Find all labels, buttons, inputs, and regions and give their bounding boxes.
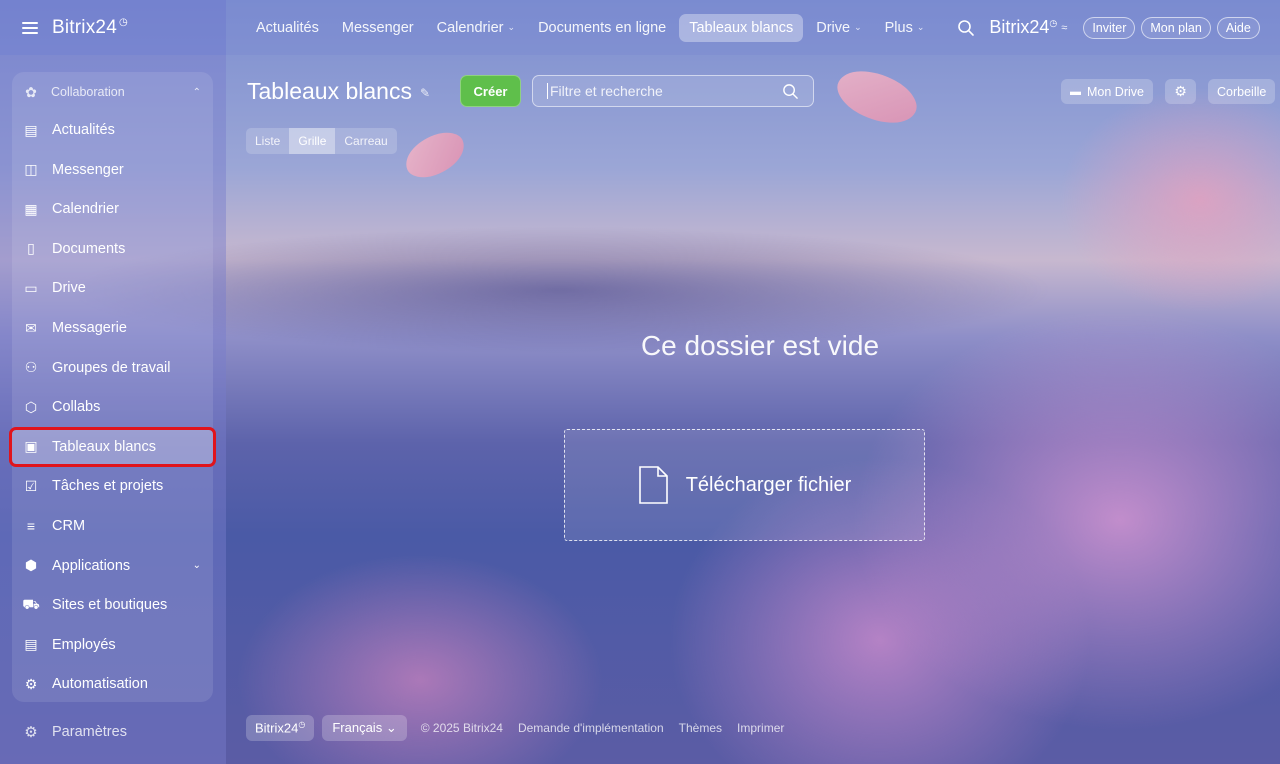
sidebar-item-label: Applications — [52, 557, 131, 574]
sidebar-item-label: Drive — [52, 280, 86, 297]
my-drive-button[interactable]: ▬ Mon Drive — [1061, 79, 1153, 104]
sidebar: ✿ Collaboration ⌃ ▤ Actualités ◫ Messenger ▦… — [0, 55, 226, 764]
chat-icon: ◫ — [24, 161, 38, 178]
search-icon[interactable] — [782, 83, 799, 100]
collaboration-icon: ✿ — [25, 83, 37, 100]
settings-gear-button[interactable]: ⚙ — [1165, 79, 1196, 104]
nav-tableaux-blancs[interactable]: Tableaux blancs — [679, 13, 804, 42]
drive-icon: ▬ — [1070, 85, 1081, 98]
cart-icon: ⛟ — [22, 595, 40, 612]
drive-icon: ▭ — [24, 279, 38, 296]
page-title: Tableaux blancs — [247, 78, 412, 104]
sidebar-item-parametres[interactable]: ⚙ Paramètres — [12, 715, 213, 749]
nav-plus[interactable]: Plus ⌄ — [875, 14, 935, 42]
top-bar: Bitrix24 ◷ Actualités Messenger Calendrie… — [0, 0, 1280, 55]
view-tile[interactable]: Carreau — [335, 128, 396, 154]
sidebar-item-tableaux-blancs[interactable]: ▣ Tableaux blancs — [9, 426, 216, 467]
sidebar-item-drive[interactable]: ▭ Drive — [12, 271, 213, 305]
chevron-down-icon[interactable]: ⌄ — [193, 560, 201, 571]
sidebar-item-calendrier[interactable]: ▦ Calendrier — [12, 192, 213, 226]
footer-link-implementation[interactable]: Demande d'implémentation — [518, 721, 664, 735]
trash-button[interactable]: Corbeille — [1208, 79, 1276, 104]
whiteboard-icon: ▣ — [24, 438, 38, 455]
brand-zone: Bitrix24 ◷ — [0, 0, 226, 55]
cube-icon: ⬢ — [24, 557, 38, 574]
id-card-icon: ▤ — [24, 636, 38, 653]
sidebar-item-crm[interactable]: ≡ CRM — [12, 509, 213, 543]
empty-folder-message: Ce dossier est vide — [640, 330, 880, 361]
pin-icon[interactable]: ✎ — [420, 86, 430, 100]
sidebar-item-taches-et-projets[interactable]: ☑ Tâches et projets — [12, 469, 213, 503]
footer-copyright: © 2025 Bitrix24 — [420, 721, 503, 735]
sidebar-item-label: Calendrier — [52, 201, 119, 218]
sidebar-item-documents[interactable]: ▯ Documents — [12, 232, 213, 266]
sidebar-item-label: Automatisation — [52, 676, 148, 693]
search-input[interactable] — [547, 83, 767, 99]
sidebar-item-label: CRM — [52, 518, 86, 534]
top-nav: Actualités Messenger Calendrier ⌄ Documen… — [226, 0, 1280, 55]
my-plan-button[interactable]: Mon plan — [1141, 16, 1211, 39]
sidebar-item-label: Messenger — [52, 161, 124, 178]
sidebar-item-automatisation[interactable]: ⚙ Automatisation — [12, 667, 213, 701]
nav-actualites[interactable]: Actualités — [246, 14, 329, 42]
chevron-down-icon: ⌄ — [385, 720, 397, 735]
sidebar-item-label: Collabs — [52, 399, 101, 416]
sidebar-item-sites-et-boutiques[interactable]: ⛟ Sites et boutiques — [12, 588, 213, 622]
invite-button[interactable]: Inviter — [1083, 16, 1136, 39]
nav-documents-en-ligne[interactable]: Documents en ligne — [528, 14, 676, 42]
search-icon[interactable] — [957, 19, 975, 37]
view-list[interactable]: Liste — [246, 128, 289, 154]
create-button[interactable]: Créer — [460, 75, 521, 107]
sidebar-item-label: Employés — [52, 636, 116, 653]
nav-messenger[interactable]: Messenger — [332, 14, 424, 42]
document-icon: ▯ — [27, 240, 35, 257]
petal-decoration — [830, 57, 924, 137]
funnel-icon: ≡ — [26, 518, 36, 534]
footer-link-print[interactable]: Imprimer — [737, 721, 784, 735]
sidebar-item-label: Tableaux blancs — [52, 438, 156, 455]
brand-logo[interactable]: Bitrix24 ◷ — [52, 17, 128, 39]
menu-icon[interactable] — [22, 21, 38, 34]
chevron-down-icon: ⌄ — [916, 22, 925, 32]
sidebar-item-applications[interactable]: ⬢ Applications ⌄ — [12, 549, 213, 583]
upload-file-zone[interactable]: Télécharger fichier — [564, 429, 925, 541]
sidebar-item-employes[interactable]: ▤ Employés — [12, 628, 213, 662]
footer: Bitrix24◷ Français ⌄ © 2025 Bitrix24 Dem… — [246, 715, 799, 741]
calendar-icon: ▦ — [24, 200, 38, 217]
sidebar-group-collaboration[interactable]: ✿ Collaboration ⌃ — [12, 77, 213, 107]
footer-link-themes[interactable]: Thèmes — [679, 721, 722, 735]
search-box[interactable] — [532, 75, 814, 107]
chevron-up-icon[interactable]: ⌃ — [193, 87, 201, 98]
news-icon: ▤ — [24, 121, 38, 138]
nav-calendrier[interactable]: Calendrier ⌄ — [427, 14, 525, 42]
brand-right: Bitrix24◷ — [989, 17, 1058, 37]
sidebar-item-messenger[interactable]: ◫ Messenger — [12, 153, 213, 187]
help-button[interactable]: Aide — [1216, 16, 1260, 39]
sidebar-item-label: Sites et boutiques — [52, 597, 168, 614]
sidebar-item-label: Actualités — [52, 122, 115, 138]
gear-icon: ⚙ — [24, 724, 38, 741]
footer-brand[interactable]: Bitrix24◷ — [246, 715, 315, 741]
sidebar-item-label: Paramètres — [52, 724, 127, 740]
nav-drive[interactable]: Drive ⌄ — [806, 14, 871, 42]
gear-icon: ⚙ — [1174, 83, 1187, 99]
upload-label: Télécharger fichier — [685, 473, 852, 496]
sidebar-item-label: Tâches et projets — [52, 478, 164, 495]
hexagon-icon: ⬡ — [24, 398, 38, 415]
chevron-down-icon: ⌄ — [507, 22, 516, 32]
view-grid[interactable]: Grille — [289, 128, 336, 154]
petal-decoration — [399, 126, 471, 184]
checkbox-icon: ☑ — [24, 477, 38, 494]
robot-icon: ⚙ — [24, 675, 38, 692]
sidebar-item-label: Documents — [52, 240, 126, 257]
chevron-down-icon: ⌄ — [854, 22, 862, 32]
file-icon — [638, 466, 668, 504]
sidebar-group-label: Collaboration — [51, 85, 125, 99]
sidebar-item-actualites[interactable]: ▤ Actualités — [12, 113, 213, 147]
cloud-icon: ≈ — [1061, 21, 1068, 34]
language-select[interactable]: Français ⌄ — [322, 715, 407, 741]
view-switch: Liste Grille Carreau — [246, 128, 397, 154]
sidebar-item-collabs[interactable]: ⬡ Collabs — [12, 390, 213, 424]
